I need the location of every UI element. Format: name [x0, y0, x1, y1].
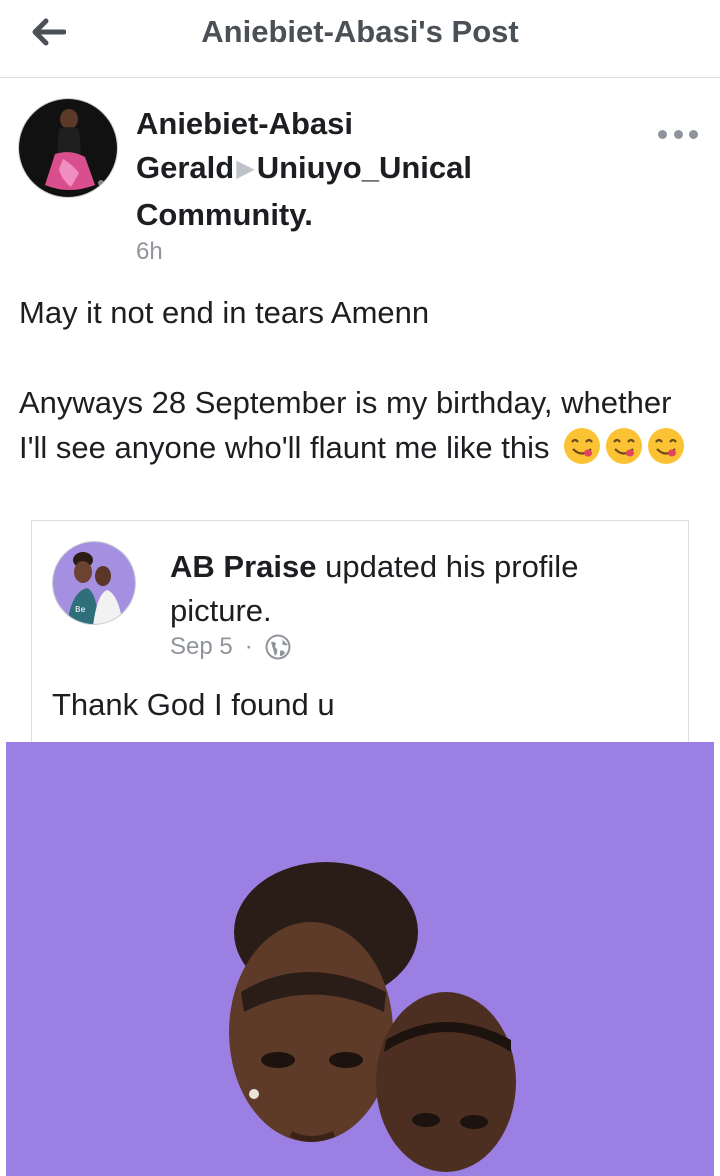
shared-post-card[interactable]: Be AB Praise updated his profile picture…: [31, 520, 689, 750]
more-dot-icon: [673, 129, 683, 139]
post-text: May it not end in tears Amenn Anyways 28…: [19, 290, 699, 470]
svg-text:Be: Be: [75, 605, 85, 614]
top-bar: Aniebiet-Abasi's Post: [0, 0, 720, 78]
page-title: Aniebiet-Abasi's Post: [201, 14, 519, 49]
face-savoring-food-emoji: [606, 428, 643, 464]
post-author-line: Aniebiet-Abasi Gerald▶Uniuyo_Unical Comm…: [136, 102, 576, 237]
post-timestamp[interactable]: 6h: [136, 238, 163, 266]
more-options-button[interactable]: [658, 122, 698, 146]
globe-icon: [265, 634, 291, 660]
post-text-paragraph: Anyways 28 September is my birthday, whe…: [19, 380, 699, 470]
author-avatar[interactable]: [18, 98, 118, 198]
post-text-line: May it not end in tears Amenn: [19, 295, 430, 330]
more-dot-icon: [689, 129, 698, 139]
post-header: Aniebiet-Abasi Gerald▶Uniuyo_Unical Comm…: [0, 78, 720, 278]
more-dot-icon: [658, 129, 667, 139]
shared-post-text: Thank God I found u: [52, 687, 335, 722]
shared-profile-photo[interactable]: [6, 742, 714, 1176]
arrow-right-icon: ▶: [236, 155, 255, 182]
face-savoring-food-emoji: [648, 428, 685, 464]
meta-separator: ·: [244, 633, 253, 660]
face-savoring-food-emoji: [564, 428, 601, 464]
shared-author-name[interactable]: AB Praise: [170, 549, 316, 584]
shared-post-header: AB Praise updated his profile picture.: [170, 545, 670, 633]
shared-post-meta: Sep 5 ·: [170, 633, 291, 661]
shared-post-date[interactable]: Sep 5: [170, 633, 233, 661]
shared-author-avatar[interactable]: Be: [52, 541, 136, 625]
